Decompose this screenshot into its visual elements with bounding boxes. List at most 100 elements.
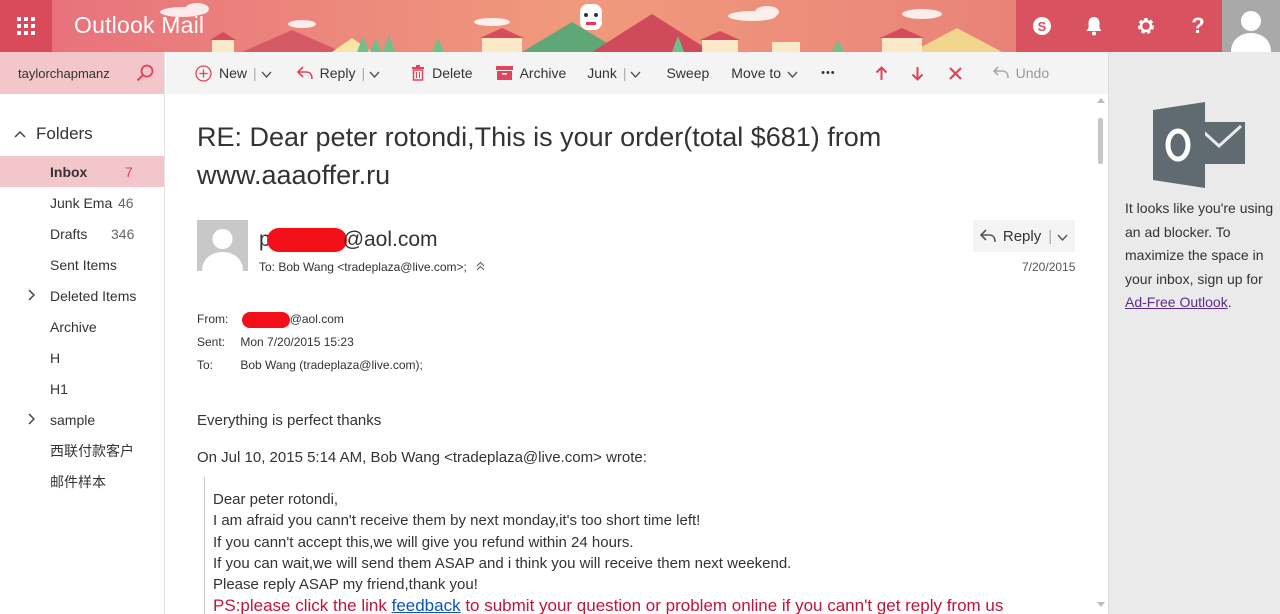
to-key: To: bbox=[197, 358, 214, 372]
trash-icon bbox=[411, 65, 425, 81]
help-button[interactable]: ? bbox=[1172, 0, 1224, 52]
reply-icon bbox=[979, 229, 996, 243]
skype-icon: S bbox=[1033, 17, 1051, 35]
sent-key: Sent: bbox=[197, 335, 226, 349]
recipient-line: To: Bob Wang <tradeplaza@live.com>; bbox=[259, 260, 485, 274]
divider: | bbox=[622, 65, 627, 81]
move-to-button[interactable]: Move to bbox=[718, 52, 807, 94]
person-icon bbox=[202, 229, 243, 271]
feedback-link[interactable]: feedback bbox=[392, 596, 461, 614]
sender-avatar[interactable] bbox=[197, 220, 248, 271]
item-count: 346 bbox=[111, 225, 135, 242]
scrollbar-thumb[interactable] bbox=[1098, 118, 1103, 164]
folder-label: 邮件样本 bbox=[50, 473, 106, 490]
quote-intro: On Jul 10, 2015 5:14 AM, Bob Wang <trade… bbox=[197, 449, 647, 466]
folder-h[interactable]: H bbox=[0, 342, 164, 373]
ad-pane: It looks like you're using an ad blocker… bbox=[1108, 52, 1280, 614]
folder-sent-items[interactable]: Sent Items bbox=[0, 249, 164, 280]
outlook-logo-icon bbox=[1153, 102, 1245, 188]
folder-label: H1 bbox=[50, 380, 68, 397]
scroll-up-icon[interactable] bbox=[1097, 98, 1105, 103]
scroll-down-icon[interactable] bbox=[1097, 602, 1105, 607]
message-date: 7/20/2015 bbox=[1022, 260, 1076, 274]
folder-junk[interactable]: Junk Ema 46 bbox=[0, 187, 164, 218]
folder-archive[interactable]: Archive bbox=[0, 311, 164, 342]
more-actions-button[interactable]: ••• bbox=[807, 52, 845, 94]
inline-reply-button[interactable]: Reply | bbox=[973, 220, 1075, 252]
waffle-icon bbox=[17, 17, 35, 35]
unread-count: 46 bbox=[118, 194, 134, 211]
chevron-right-icon[interactable] bbox=[27, 289, 36, 304]
arrow-down-icon bbox=[911, 66, 923, 81]
chevron-down-icon[interactable] bbox=[261, 65, 272, 81]
ad-text-end: . bbox=[1227, 294, 1232, 310]
sent-value: Mon 7/20/2015 15:23 bbox=[240, 335, 354, 349]
folder-drafts[interactable]: Drafts 346 bbox=[0, 218, 164, 249]
close-message-button[interactable] bbox=[933, 52, 971, 94]
new-label: New bbox=[219, 65, 248, 81]
reply-button[interactable]: Reply | bbox=[281, 52, 389, 94]
chevron-down-icon[interactable] bbox=[369, 65, 380, 81]
divider: | bbox=[361, 65, 366, 81]
ps-prefix: PS:please click the link bbox=[213, 596, 392, 614]
archive-button[interactable]: Archive bbox=[482, 52, 576, 94]
more-icon: ••• bbox=[821, 67, 836, 79]
folder-deleted-items[interactable]: Deleted Items bbox=[0, 280, 164, 311]
search-box[interactable]: taylorchapmanz bbox=[0, 52, 164, 94]
quote-line: I am afraid you cann't receive them by n… bbox=[213, 512, 701, 530]
arrow-up-icon bbox=[875, 65, 887, 80]
reply-icon bbox=[296, 66, 313, 80]
undo-button[interactable]: Undo bbox=[971, 52, 1058, 94]
folder-label: sample bbox=[50, 411, 96, 428]
quote-line: If you cann't accept this,we will give y… bbox=[213, 533, 634, 551]
account-avatar[interactable] bbox=[1222, 0, 1280, 52]
ad-free-outlook-link[interactable]: Ad-Free Outlook bbox=[1125, 294, 1228, 310]
folders-header[interactable]: Folders bbox=[0, 119, 164, 149]
ps-suffix: to submit your question or problem onlin… bbox=[460, 596, 1004, 614]
folder-label: H bbox=[50, 349, 61, 366]
new-button[interactable]: New | bbox=[166, 52, 281, 94]
folder-inbox[interactable]: Inbox 7 bbox=[0, 156, 164, 187]
app-title[interactable]: Outlook Mail bbox=[74, 12, 204, 39]
settings-button[interactable] bbox=[1120, 0, 1172, 52]
to-text: To: Bob Wang <tradeplaza@live.com>; bbox=[259, 260, 467, 274]
chevron-up-icon bbox=[14, 127, 26, 141]
skype-button[interactable]: S bbox=[1016, 0, 1068, 52]
search-icon[interactable] bbox=[136, 64, 154, 82]
folder-label: Sent Items bbox=[50, 256, 117, 273]
bell-icon bbox=[1086, 17, 1102, 36]
folder-h1[interactable]: H1 bbox=[0, 373, 164, 404]
chevron-down-icon[interactable] bbox=[1057, 228, 1068, 245]
quote-line: Dear peter rotondi, bbox=[213, 491, 339, 508]
account-search-text[interactable]: taylorchapmanz bbox=[18, 66, 130, 81]
delete-button[interactable]: Delete bbox=[389, 52, 481, 94]
chevron-right-icon[interactable] bbox=[27, 413, 36, 428]
chevron-down-icon[interactable] bbox=[630, 65, 641, 81]
app-launcher-button[interactable] bbox=[0, 0, 52, 52]
chevron-down-icon bbox=[787, 65, 798, 81]
close-icon bbox=[948, 66, 962, 80]
folder-label: Drafts bbox=[50, 225, 88, 242]
folder-sample[interactable]: sample bbox=[0, 404, 164, 435]
message-subject: RE: Dear peter rotondi,This is your orde… bbox=[197, 122, 882, 190]
folder-mail-samples[interactable]: 邮件样本 bbox=[0, 466, 164, 497]
sender-address[interactable]: p @aol.com bbox=[259, 228, 438, 252]
reading-pane: RE: Dear peter rotondi,This is your orde… bbox=[166, 94, 1096, 614]
notifications-button[interactable] bbox=[1068, 0, 1120, 52]
header-to: To: Bob Wang (tradeplaza@live.com); bbox=[197, 358, 423, 372]
reading-pane-scrollbar[interactable] bbox=[1096, 94, 1108, 614]
folder-label: Junk Ema bbox=[50, 194, 113, 211]
folder-western-union-customers[interactable]: 西联付款客户 bbox=[0, 435, 164, 466]
sweep-button[interactable]: Sweep bbox=[650, 52, 718, 94]
next-message-button[interactable] bbox=[897, 52, 933, 94]
plus-circle-icon bbox=[195, 64, 212, 82]
expand-icon[interactable] bbox=[476, 261, 485, 274]
quoted-message: Dear peter rotondi, I am afraid you cann… bbox=[204, 477, 1064, 614]
message-body-line: Everything is perfect thanks bbox=[197, 412, 382, 429]
folder-label: 西联付款客户 bbox=[50, 442, 134, 459]
ad-text: It looks like you're using an ad blocker… bbox=[1125, 200, 1274, 287]
gear-icon bbox=[1138, 18, 1154, 34]
previous-message-button[interactable] bbox=[845, 52, 897, 94]
divider: | bbox=[253, 65, 257, 81]
junk-button[interactable]: Junk | bbox=[575, 52, 650, 94]
